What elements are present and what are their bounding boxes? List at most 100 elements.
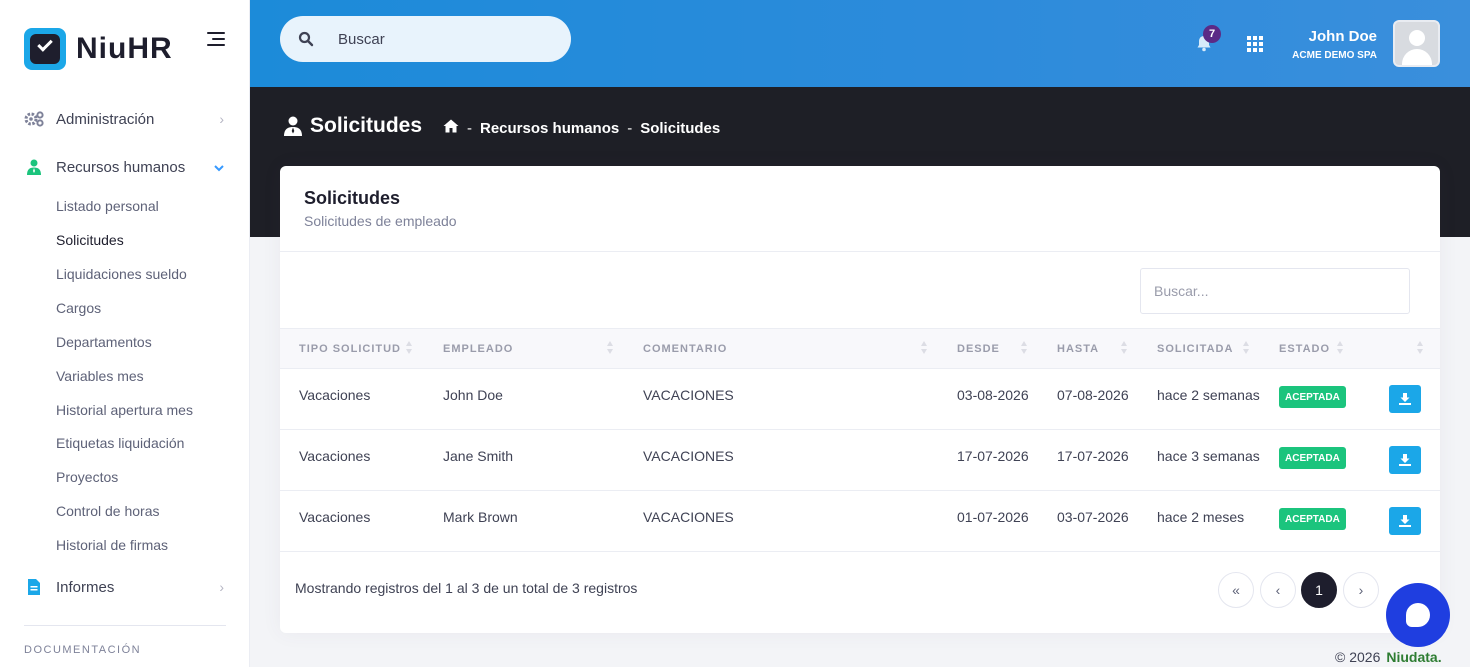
table-search-input[interactable] <box>1140 268 1410 314</box>
status-badge: ACEPTADA <box>1279 508 1346 530</box>
sidebar-section-label: DOCUMENTACIÓN <box>24 644 142 656</box>
cogs-icon <box>24 109 44 129</box>
cell-desde: 03-08-2026 <box>957 387 1029 403</box>
cell-solicitada: hace 2 meses <box>1157 509 1245 525</box>
requests-card: Solicitudes Solicitudes de empleado TIPO… <box>280 166 1440 633</box>
cell-empleado: Mark Brown <box>443 509 518 525</box>
global-search[interactable] <box>280 16 571 62</box>
sidebar-item-recursos-humanos[interactable]: Recursos humanos <box>0 147 249 187</box>
column-header-solicitada[interactable]: SOLICITADA <box>1157 343 1233 355</box>
cell-hasta: 17-07-2026 <box>1057 448 1129 464</box>
sidebar-item-informes[interactable]: Informes › <box>0 567 249 607</box>
sidebar-subitem-listado-personal[interactable]: Listado personal <box>56 198 159 214</box>
column-header-estado[interactable]: ESTADO <box>1279 343 1330 355</box>
sort-icon[interactable] <box>607 341 614 355</box>
breadcrumb: - Recursos humanos - Solicitudes <box>443 119 720 137</box>
cell-comentario: VACACIONES <box>643 387 734 403</box>
card-subtitle: Solicitudes de empleado <box>304 213 457 229</box>
footer-brand-link[interactable]: Niudata. <box>1386 649 1441 665</box>
table-row: Vacaciones John Doe VACACIONES 03-08-202… <box>280 369 1440 430</box>
card-divider <box>280 251 1440 252</box>
sidebar-subitem-variables-mes[interactable]: Variables mes <box>56 368 144 384</box>
breadcrumb-recursos-humanos[interactable]: Recursos humanos <box>480 120 619 137</box>
user-name[interactable]: John Doe <box>1309 28 1377 45</box>
logo-mark-icon <box>24 28 66 70</box>
copyright: © 2026 Niudata. <box>1335 649 1442 665</box>
notification-count-badge: 7 <box>1203 25 1221 43</box>
avatar[interactable] <box>1393 20 1440 67</box>
user-tie-icon <box>284 116 302 136</box>
search-icon <box>298 31 314 47</box>
sidebar-subitem-proyectos[interactable]: Proyectos <box>56 469 118 485</box>
status-badge: ACEPTADA <box>1279 386 1346 408</box>
table-row: Vacaciones Mark Brown VACACIONES 01-07-2… <box>280 491 1440 552</box>
column-header-comentario[interactable]: COMENTARIO <box>643 343 727 355</box>
user-company: ACME DEMO SPA <box>1292 50 1377 61</box>
sidebar-subitem-departamentos[interactable]: Departamentos <box>56 334 152 350</box>
chevron-right-icon: › <box>219 579 224 595</box>
apps-grid-icon[interactable] <box>1247 36 1263 52</box>
breadcrumb-separator: - <box>627 119 633 137</box>
page-title: Solicitudes <box>284 114 422 138</box>
column-header-tipo[interactable]: TIPO SOLICITUD <box>299 343 401 355</box>
sidebar-subitem-control-de-horas[interactable]: Control de horas <box>56 503 160 519</box>
sidebar-divider <box>24 625 226 626</box>
download-icon <box>1399 393 1411 405</box>
pager-first-button[interactable]: « <box>1218 572 1254 608</box>
brand-name: NiuHR <box>76 32 173 65</box>
cell-comentario: VACACIONES <box>643 448 734 464</box>
status-badge: ACEPTADA <box>1279 447 1346 469</box>
chevron-down-icon <box>214 159 224 175</box>
download-icon <box>1399 515 1411 527</box>
sidebar-subitem-cargos[interactable]: Cargos <box>56 300 101 316</box>
download-button[interactable] <box>1389 385 1421 413</box>
cell-empleado: Jane Smith <box>443 448 514 464</box>
cell-desde: 17-07-2026 <box>957 448 1029 464</box>
sort-icon[interactable] <box>921 341 928 355</box>
sidebar-subitem-solicitudes[interactable]: Solicitudes <box>56 232 124 248</box>
cell-comentario: VACACIONES <box>643 509 734 525</box>
download-icon <box>1399 454 1411 466</box>
sort-icon[interactable] <box>1417 341 1424 355</box>
sort-icon[interactable] <box>1337 341 1344 355</box>
download-button[interactable] <box>1389 446 1421 474</box>
sort-icon[interactable] <box>1121 341 1128 355</box>
logo[interactable]: NiuHR <box>24 28 173 70</box>
sidebar-subitem-historial-apertura-mes[interactable]: Historial apertura mes <box>56 402 193 418</box>
cell-tipo: Vacaciones <box>299 448 371 464</box>
cell-tipo: Vacaciones <box>299 509 371 525</box>
file-icon <box>24 577 44 597</box>
search-input[interactable] <box>338 30 538 48</box>
chat-icon <box>1406 603 1430 627</box>
sidebar-item-label: Administración <box>56 110 155 128</box>
column-header-hasta[interactable]: HASTA <box>1057 343 1099 355</box>
pager-page-button[interactable]: 1 <box>1301 572 1337 608</box>
menu-toggle-icon[interactable] <box>207 32 225 46</box>
sidebar-item-label: Recursos humanos <box>56 158 186 176</box>
chevron-right-icon: › <box>219 111 224 127</box>
table-info: Mostrando registros del 1 al 3 de un tot… <box>295 580 638 596</box>
sidebar-subitem-liquidaciones-sueldo[interactable]: Liquidaciones sueldo <box>56 266 187 282</box>
download-button[interactable] <box>1389 507 1421 535</box>
sidebar-item-label: Informes <box>56 578 115 596</box>
sidebar: NiuHR Administración › Recursos humanos … <box>0 0 250 667</box>
pager-prev-button[interactable]: ‹ <box>1260 572 1296 608</box>
breadcrumb-separator: - <box>467 119 472 137</box>
breadcrumb-solicitudes: Solicitudes <box>640 119 721 137</box>
cell-desde: 01-07-2026 <box>957 509 1029 525</box>
cell-empleado: John Doe <box>443 387 503 403</box>
chat-button[interactable] <box>1386 583 1450 647</box>
sidebar-item-administracion[interactable]: Administración › <box>0 99 249 139</box>
home-icon[interactable] <box>443 119 459 137</box>
sidebar-subitem-historial-de-firmas[interactable]: Historial de firmas <box>56 537 168 553</box>
column-header-empleado[interactable]: EMPLEADO <box>443 343 513 355</box>
topbar: 7 John Doe ACME DEMO SPA <box>250 0 1470 87</box>
sort-icon[interactable] <box>406 341 413 355</box>
table-row: Vacaciones Jane Smith VACACIONES 17-07-2… <box>280 430 1440 491</box>
sidebar-subitem-etiquetas-liquidacion[interactable]: Etiquetas liquidación <box>56 435 184 451</box>
sort-icon[interactable] <box>1021 341 1028 355</box>
cell-solicitada: hace 2 semanas <box>1157 387 1260 403</box>
pager-next-button[interactable]: › <box>1343 572 1379 608</box>
sort-icon[interactable] <box>1243 341 1250 355</box>
column-header-desde[interactable]: DESDE <box>957 343 1000 355</box>
